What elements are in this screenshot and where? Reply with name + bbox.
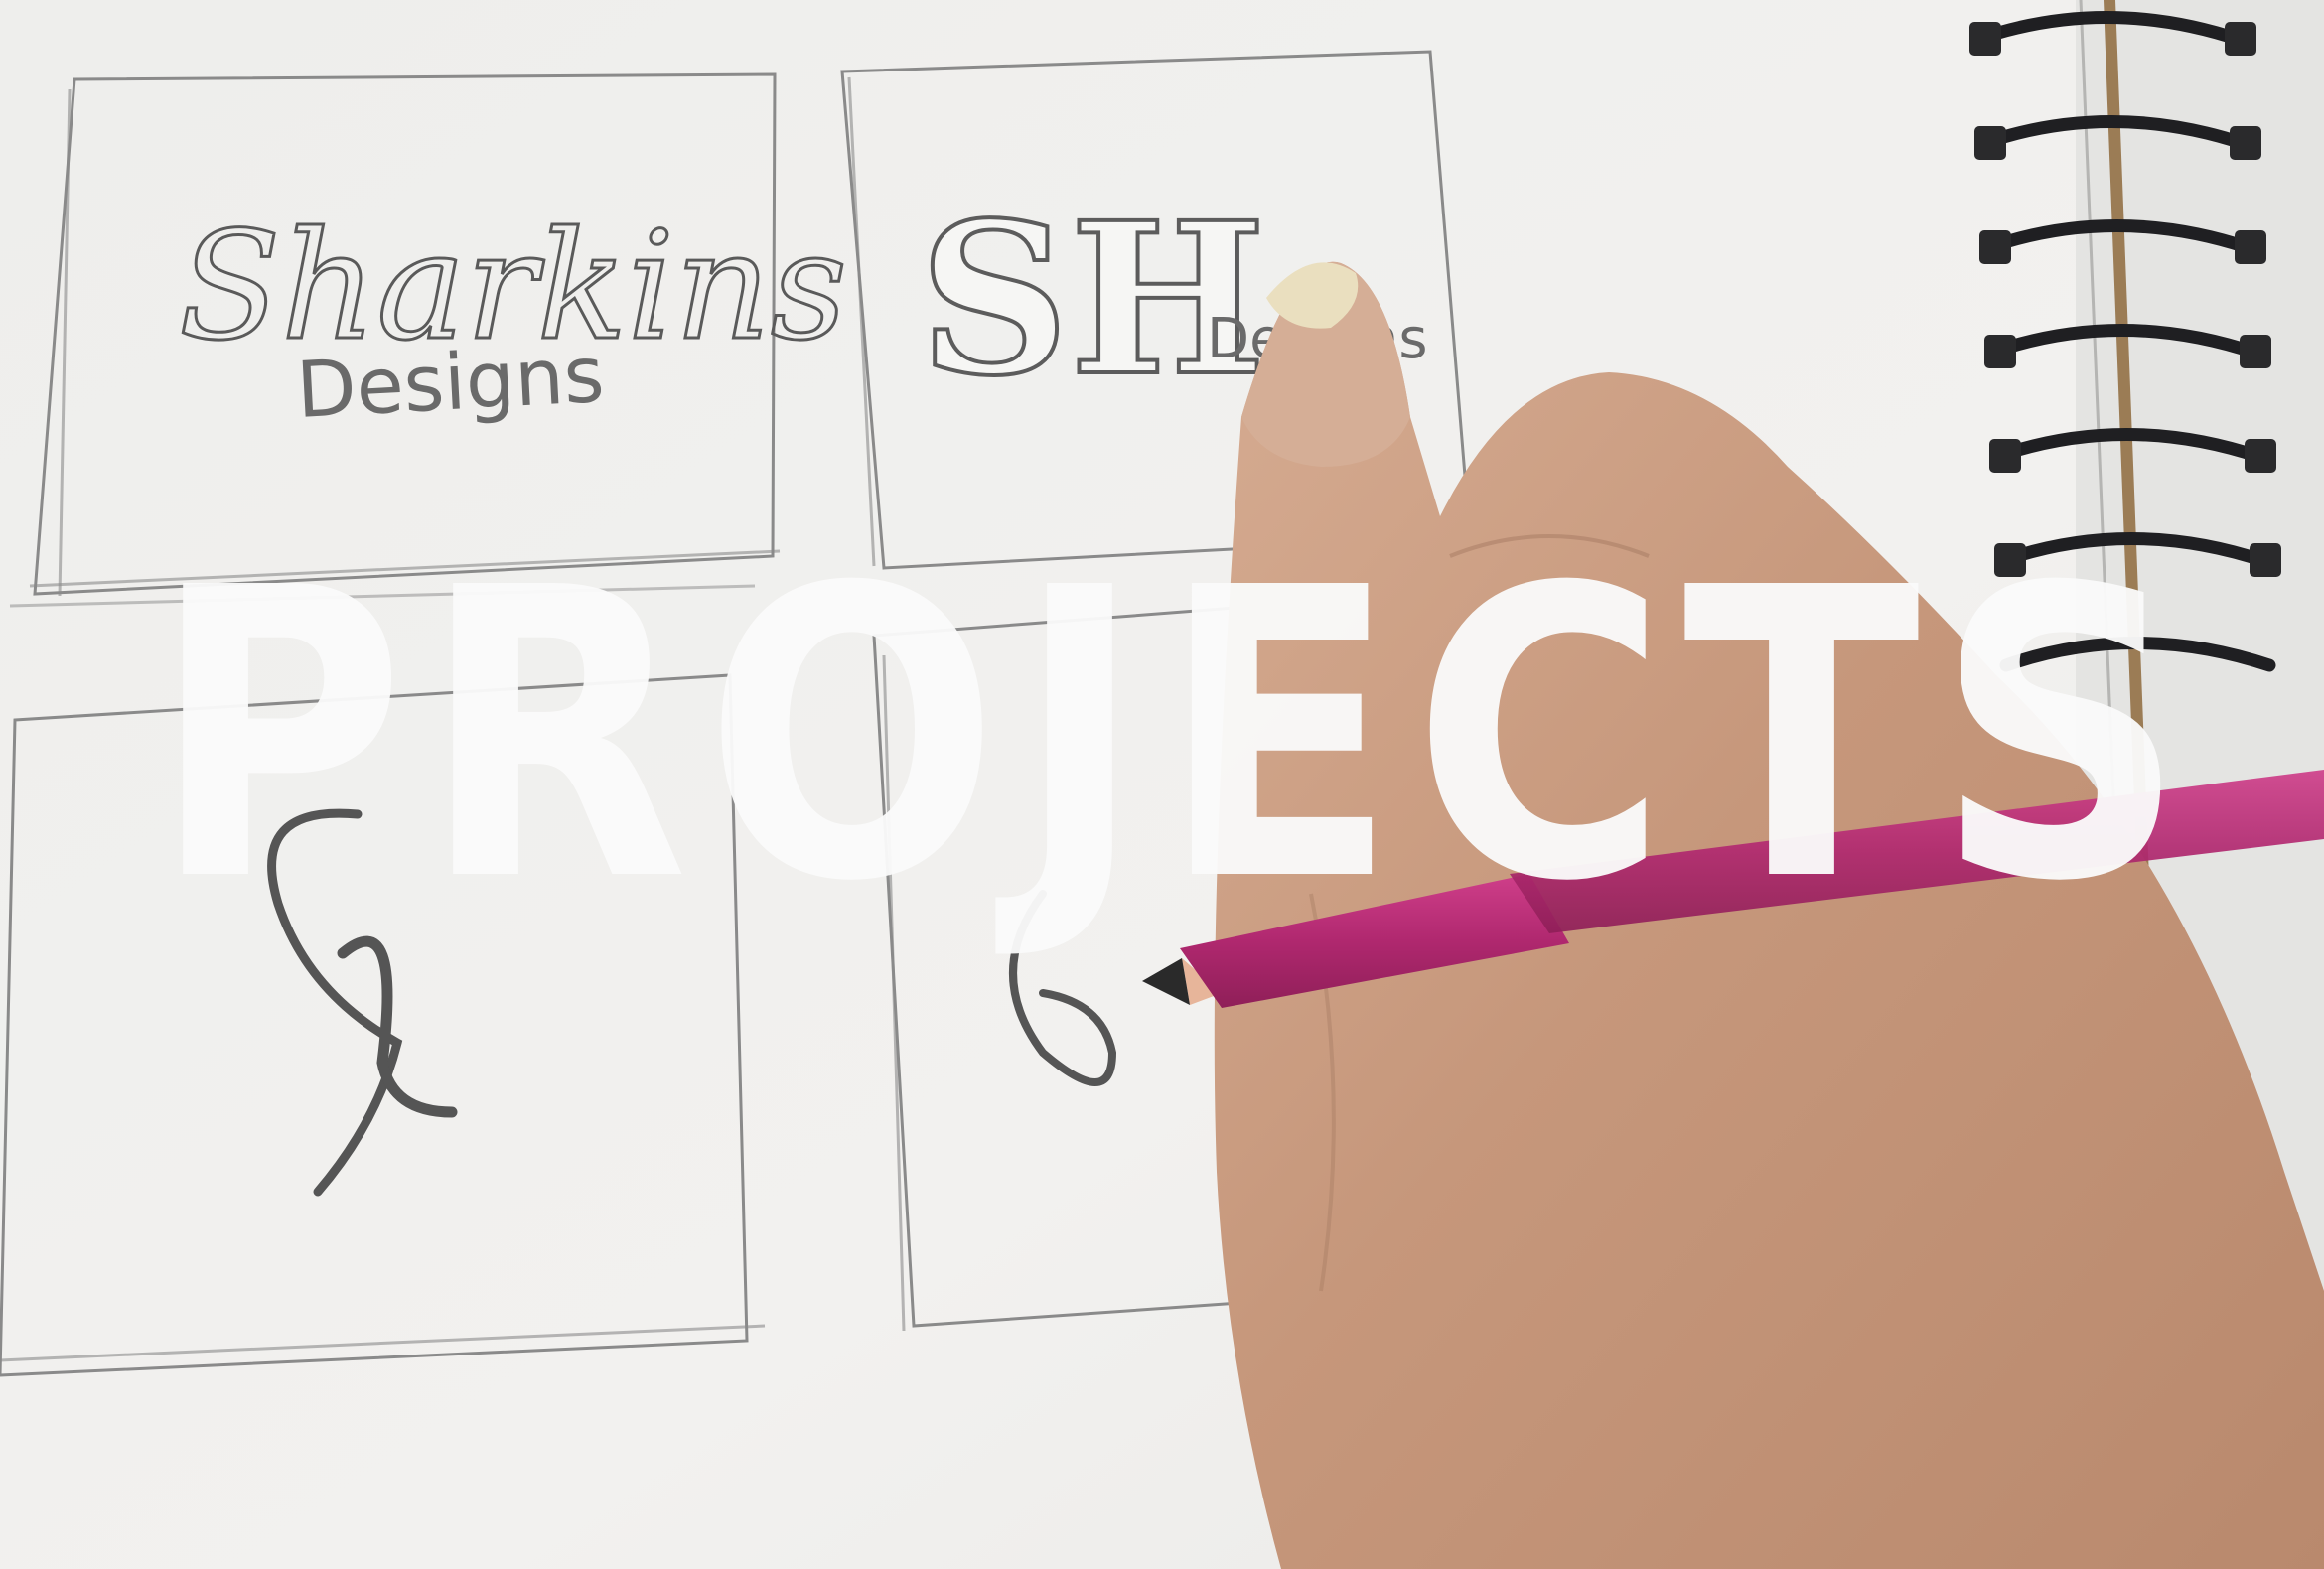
page-title: PROJECTS [151,503,2202,968]
svg-text:SH: SH [919,177,1266,422]
svg-text:Designs: Designs [294,331,606,436]
projects-banner: Sharkins Designs SH Designs PROJECTS [0,0,2324,1569]
